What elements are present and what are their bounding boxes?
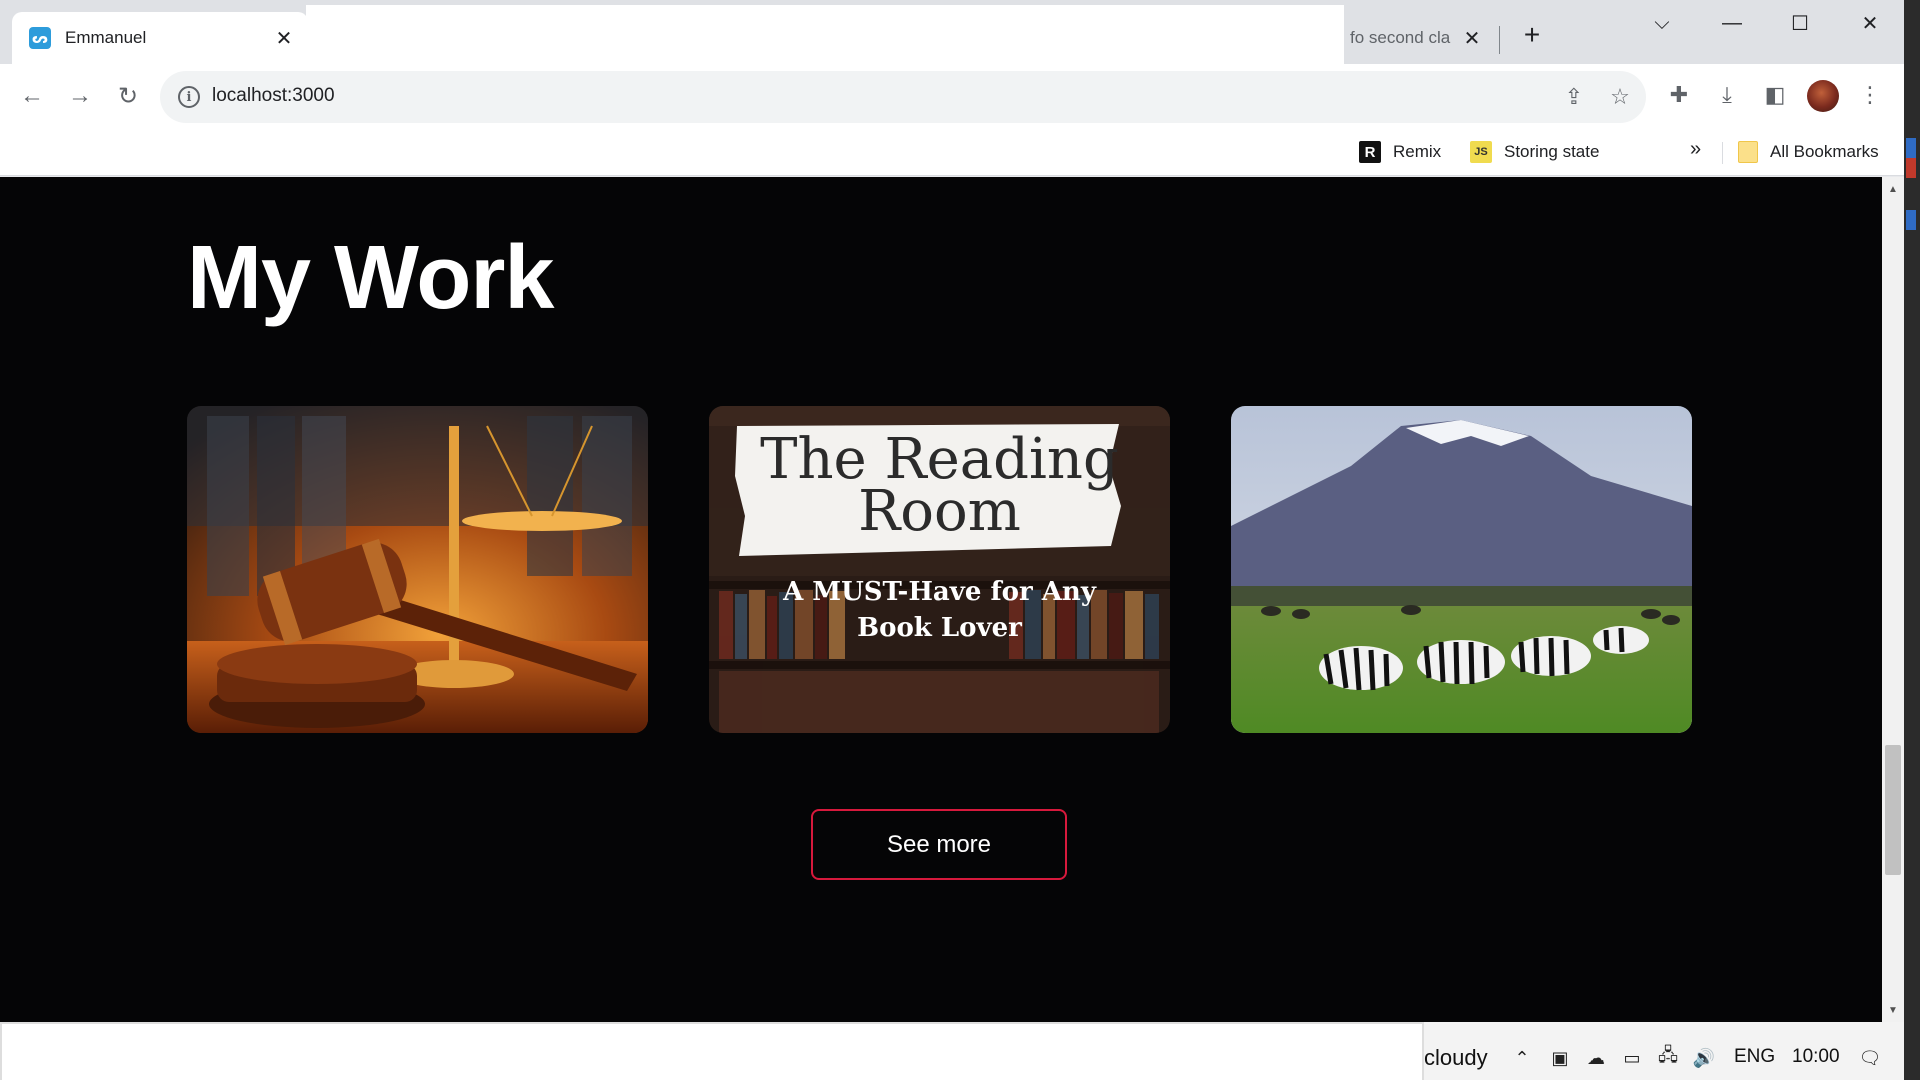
- taskbar: cloudy ⌃ ▣ ☁ ▭ 🖧 🔊 ENG 10:00 🗨: [0, 1022, 1904, 1080]
- site-info-icon[interactable]: i: [178, 86, 200, 108]
- meet-icon[interactable]: ▣: [1546, 1044, 1574, 1072]
- tab-title: Emmanuel: [65, 28, 147, 47]
- browser-toolbar: ← → ↻ i localhost:3000 ⇪ ☆ ✚ ⤓ ◧ ⋮: [0, 64, 1904, 128]
- js-icon: JS: [1470, 141, 1492, 163]
- remix-logo-icon: ᔕ: [29, 27, 51, 49]
- tab-title: fo second cla: [1350, 28, 1451, 47]
- card-title-line2: Room: [858, 479, 1021, 544]
- weather-text[interactable]: cloudy: [1424, 1045, 1488, 1071]
- clock[interactable]: 10:00: [1792, 1046, 1840, 1068]
- bookmarks-bar: R Remix JS Storing state » All Bookmarks: [0, 128, 1904, 176]
- edge-marker: [1906, 210, 1916, 230]
- share-icon[interactable]: ⇪: [1560, 83, 1588, 111]
- forward-icon[interactable]: →: [62, 78, 98, 114]
- tab-separator: [1499, 26, 1500, 54]
- new-tab-button[interactable]: +: [1517, 20, 1547, 50]
- side-panel-icon[interactable]: ◧: [1758, 78, 1792, 112]
- back-icon[interactable]: ←: [14, 78, 50, 114]
- folder-icon: [1738, 141, 1758, 163]
- screen: ᔕ Emmanuel ✕ fo second cla ✕ + ⌵ — ☐ ✕ ←…: [0, 0, 1920, 1080]
- language-indicator[interactable]: ENG: [1734, 1046, 1775, 1068]
- adjacent-window-edge: [1904, 0, 1920, 1080]
- section-heading: My Work: [187, 228, 554, 328]
- card-title: The Reading Room: [709, 432, 1170, 544]
- close-icon[interactable]: ✕: [270, 24, 298, 52]
- project-card-law[interactable]: [187, 406, 648, 733]
- tab-second[interactable]: fo second cla ✕: [1344, 12, 1496, 64]
- battery-icon[interactable]: ▭: [1618, 1044, 1646, 1072]
- download-icon[interactable]: ⤓: [1710, 78, 1744, 112]
- url-text[interactable]: localhost:3000: [212, 85, 335, 107]
- bookmark-remix[interactable]: R Remix: [1359, 136, 1441, 168]
- all-bookmarks[interactable]: All Bookmarks: [1738, 136, 1879, 168]
- see-more-button[interactable]: See more: [811, 809, 1067, 880]
- page-scrollbar[interactable]: ▲ ▼: [1882, 177, 1904, 1022]
- card-subtitle: A MUST-Have for Any Book Lover: [709, 574, 1170, 646]
- tab-emmanuel[interactable]: ᔕ Emmanuel ✕: [12, 12, 308, 64]
- scroll-thumb[interactable]: [1885, 745, 1901, 875]
- tab-strip: ᔕ Emmanuel ✕ fo second cla ✕ + ⌵ — ☐ ✕: [0, 0, 1904, 64]
- bookmark-star-icon[interactable]: ☆: [1606, 83, 1634, 111]
- page-viewport: My Work The Reading Room A MUST-Have for…: [0, 177, 1882, 1022]
- safari-image: [1231, 406, 1692, 733]
- bookmark-label: Remix: [1393, 142, 1442, 161]
- scroll-down-icon[interactable]: ▼: [1882, 1000, 1904, 1020]
- extensions-icon[interactable]: ✚: [1662, 78, 1696, 112]
- gavel-image: [187, 406, 648, 733]
- scroll-up-icon[interactable]: ▲: [1882, 179, 1904, 199]
- card-subtitle-line1: A MUST-Have for Any: [783, 577, 1096, 607]
- bookmarks-overflow-button[interactable]: »: [1690, 138, 1701, 161]
- menu-icon[interactable]: ⋮: [1853, 78, 1887, 112]
- bookmark-storing-state[interactable]: JS Storing state: [1470, 136, 1599, 168]
- maximize-icon[interactable]: ☐: [1780, 8, 1820, 38]
- edge-marker: [1906, 158, 1916, 178]
- close-icon[interactable]: ✕: [1458, 24, 1486, 52]
- taskbar-search-area[interactable]: [0, 1022, 1424, 1080]
- edge-marker: [1906, 138, 1916, 158]
- bookmarks-divider: [1722, 142, 1723, 164]
- volume-icon[interactable]: 🔊: [1690, 1044, 1718, 1072]
- tab-search-icon[interactable]: ⌵: [1642, 8, 1682, 38]
- onedrive-cloud-icon[interactable]: ☁: [1582, 1044, 1610, 1072]
- remix-icon: R: [1359, 141, 1381, 163]
- reload-icon[interactable]: ↻: [110, 78, 146, 114]
- card-subtitle-line2: Book Lover: [857, 613, 1022, 643]
- minimize-icon[interactable]: —: [1712, 8, 1752, 38]
- address-bar[interactable]: i localhost:3000 ⇪ ☆: [160, 71, 1646, 123]
- project-card-reading-room[interactable]: The Reading Room A MUST-Have for Any Boo…: [709, 406, 1170, 733]
- tab-strip-blank-area: [306, 5, 1344, 64]
- window-close-icon[interactable]: ✕: [1850, 8, 1890, 38]
- chevron-up-icon[interactable]: ⌃: [1508, 1044, 1536, 1072]
- project-card-safari[interactable]: [1231, 406, 1692, 733]
- notifications-icon[interactable]: 🗨: [1856, 1044, 1884, 1072]
- bookmark-label: Storing state: [1504, 142, 1600, 161]
- profile-avatar[interactable]: [1807, 80, 1839, 112]
- all-bookmarks-label: All Bookmarks: [1770, 142, 1879, 161]
- network-icon[interactable]: 🖧: [1654, 1044, 1682, 1072]
